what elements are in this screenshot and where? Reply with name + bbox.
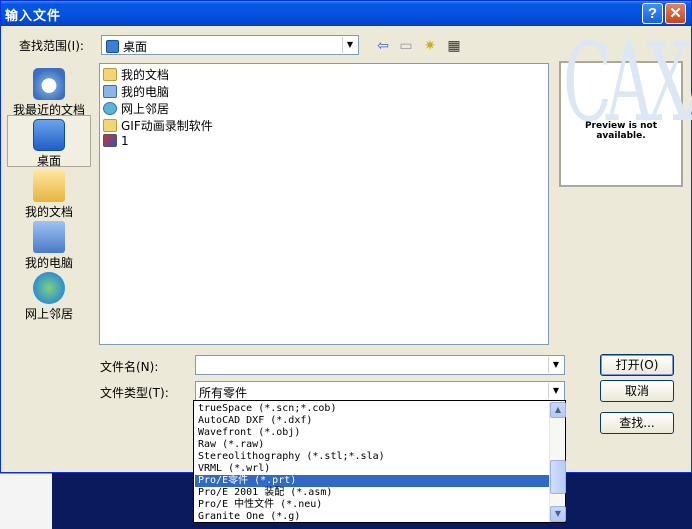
chevron-down-icon[interactable]: ▼ xyxy=(548,383,563,399)
dialog-title: 输入文件 xyxy=(5,9,62,24)
folder-icon xyxy=(103,119,117,132)
places-item-my-documents[interactable]: 我的文档 xyxy=(7,167,91,219)
file-type-label: 文件类型(T): xyxy=(100,386,169,400)
scroll-thumb[interactable] xyxy=(550,460,566,494)
list-item[interactable]: 我的文档 xyxy=(103,66,169,83)
look-in-value: 桌面 xyxy=(123,40,148,54)
recent-documents-icon xyxy=(33,68,65,100)
desktop-icon xyxy=(33,119,65,151)
new-folder-icon[interactable]: ✷ xyxy=(419,36,441,56)
file-type-dropdown[interactable]: trueSpace (*.scn;*.cob) AutoCAD DXF (*.dx… xyxy=(193,400,566,523)
look-in-label: 查找范围(I): xyxy=(19,39,84,53)
dropdown-option[interactable]: VRML (*.wrl) xyxy=(195,463,549,475)
scroll-up-icon[interactable]: ▲ xyxy=(550,402,566,418)
folder-icon xyxy=(103,68,117,81)
dropdown-option[interactable]: Raw (*.raw) xyxy=(195,439,549,451)
places-item-desktop[interactable]: 桌面 xyxy=(7,115,91,168)
part-file-icon xyxy=(103,134,117,147)
dropdown-scrollbar[interactable]: ▲ ▼ xyxy=(549,402,566,522)
my-computer-icon xyxy=(33,221,65,253)
places-item-recent[interactable]: 我最近的文档 xyxy=(7,65,91,117)
list-item[interactable]: GIF动画录制软件 xyxy=(103,117,213,134)
network-places-icon xyxy=(33,272,65,304)
dropdown-option[interactable]: Wavefront (*.obj) xyxy=(195,427,549,439)
list-item[interactable]: 网上邻居 xyxy=(103,100,169,117)
list-item[interactable]: 1 xyxy=(103,134,129,151)
find-button[interactable]: 查找... xyxy=(600,412,674,434)
file-name-label: 文件名(N): xyxy=(100,360,159,374)
file-type-value: 所有零件 xyxy=(199,386,248,400)
preview-message: Preview is not available. xyxy=(584,121,658,141)
dropdown-option[interactable]: trueSpace (*.scn;*.cob) xyxy=(195,403,549,415)
desktop-icon xyxy=(106,40,119,53)
up-folder-icon[interactable]: ▭ xyxy=(395,36,417,56)
chevron-down-icon[interactable]: ▼ xyxy=(548,357,563,373)
list-item[interactable]: 我的电脑 xyxy=(103,83,169,100)
file-name-combo[interactable]: ▼ xyxy=(195,355,565,375)
dropdown-option[interactable]: AutoCAD DXF (*.dxf) xyxy=(195,415,549,427)
file-type-combo[interactable]: 所有零件 ▼ xyxy=(195,381,565,401)
dropdown-option[interactable]: Granite One (*.g) xyxy=(195,511,549,523)
preview-pane: CAXA Preview is not available. xyxy=(559,30,692,187)
dropdown-option[interactable]: Pro/E零件 (*.prt) xyxy=(195,475,549,487)
back-arrow-icon[interactable]: ⇦ xyxy=(372,36,394,56)
my-documents-icon xyxy=(33,170,65,202)
dropdown-option[interactable]: Stereolithography (*.stl;*.sla) xyxy=(195,451,549,463)
dropdown-option[interactable]: Pro/E 2001 装配 (*.asm) xyxy=(195,487,549,499)
network-icon xyxy=(103,102,117,115)
places-item-my-computer[interactable]: 我的电脑 xyxy=(7,218,91,270)
cancel-button[interactable]: 取消 xyxy=(600,380,674,402)
dropdown-option[interactable]: Pro/E 中性文件 (*.neu) xyxy=(195,499,549,511)
computer-icon xyxy=(103,85,117,98)
places-item-network[interactable]: 网上邻居 xyxy=(7,269,91,321)
view-menu-icon[interactable]: ▦ xyxy=(443,36,465,56)
file-list[interactable]: 我的文档 我的电脑 网上邻居 GIF动画录制软件 1 xyxy=(99,63,549,345)
places-item-label: 网上邻居 xyxy=(24,307,73,321)
look-in-combo[interactable]: 桌面 ▼ xyxy=(101,35,359,55)
scroll-down-icon[interactable]: ▼ xyxy=(550,506,566,522)
open-button[interactable]: 打开(O) xyxy=(600,354,674,376)
background-window-edge xyxy=(0,473,52,529)
chevron-down-icon[interactable]: ▼ xyxy=(342,37,357,53)
